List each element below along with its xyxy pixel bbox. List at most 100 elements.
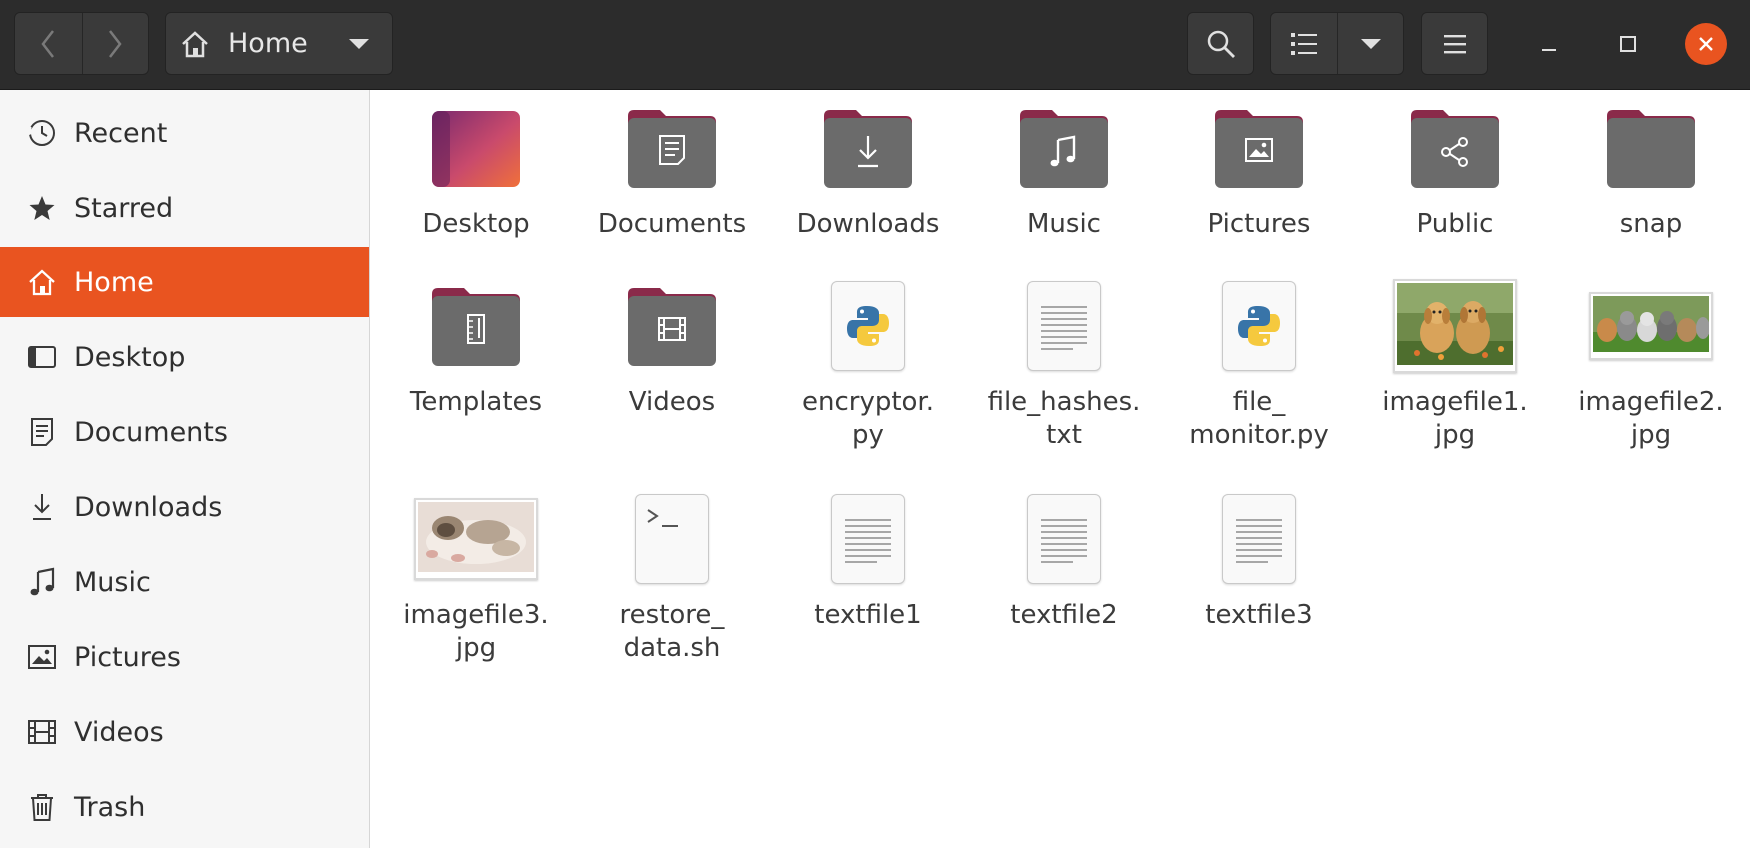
minimize-icon — [1542, 49, 1556, 51]
file-name: snap — [1619, 209, 1683, 239]
sidebar-item-label: Trash — [74, 791, 146, 823]
sidebar-item-label: Recent — [74, 117, 168, 149]
templates-folder-icon — [432, 288, 520, 366]
star-icon — [26, 192, 58, 224]
file-item-encryptor-py[interactable]: encryptor. py — [773, 274, 963, 452]
public-folder-icon — [1411, 110, 1499, 188]
file-item-textfile3[interactable]: textfile3 — [1164, 487, 1354, 632]
file-item-textfile1[interactable]: textfile1 — [773, 487, 963, 632]
image-thumbnail-icon — [414, 498, 538, 580]
file-name: Desktop — [422, 209, 530, 239]
sidebar-item-label: Home — [74, 266, 154, 298]
home-icon — [26, 266, 58, 298]
trash-icon — [26, 791, 58, 823]
close-icon — [1699, 37, 1713, 51]
sidebar-item-recent[interactable]: Recent — [0, 98, 369, 168]
chevron-left-icon — [41, 29, 55, 58]
file-name: file_ monitor.py — [1189, 387, 1329, 450]
hamburger-menu-icon — [1443, 34, 1466, 53]
file-item-downloads-folder[interactable]: Downloads — [773, 96, 963, 241]
list-view-button[interactable] — [1271, 13, 1337, 74]
sidebar-item-label: Pictures — [74, 641, 181, 673]
back-button[interactable] — [15, 13, 82, 74]
sidebar-item-videos[interactable]: Videos — [0, 697, 369, 767]
minimize-button[interactable] — [1528, 23, 1570, 65]
close-button[interactable] — [1685, 23, 1727, 65]
sidebar-item-label: Videos — [74, 716, 164, 748]
file-item-music-folder[interactable]: Music — [969, 96, 1159, 241]
list-view-icon — [1291, 32, 1317, 55]
forward-button[interactable] — [81, 13, 149, 74]
file-name: Public — [1416, 209, 1494, 239]
file-name: Downloads — [796, 209, 940, 239]
sidebar-item-label: Documents — [74, 416, 228, 448]
sidebar-item-documents[interactable]: Documents — [0, 397, 369, 467]
main-menu-button[interactable] — [1421, 12, 1488, 75]
file-item-pictures-folder[interactable]: Pictures — [1164, 96, 1354, 241]
file-name: Templates — [409, 387, 543, 417]
desktop-folder-icon — [432, 111, 520, 187]
shell-script-icon — [635, 494, 709, 584]
sidebar-item-label: Downloads — [74, 491, 223, 523]
chevron-down-icon — [1360, 38, 1381, 49]
home-icon — [182, 30, 208, 57]
python-file-icon — [831, 281, 905, 371]
file-name: encryptor. py — [801, 387, 935, 450]
file-name: Pictures — [1207, 209, 1311, 239]
file-item-restore-data-sh[interactable]: restore_ data.sh — [577, 487, 767, 665]
path-label: Home — [228, 28, 308, 59]
search-button[interactable] — [1187, 12, 1254, 75]
file-grid: Desktop Documents Downloads Music Pictur… — [371, 90, 1750, 848]
sidebar-item-label: Starred — [74, 192, 174, 224]
file-item-public-folder[interactable]: Public — [1360, 96, 1550, 241]
text-file-icon — [1027, 281, 1101, 371]
path-bar-home-button[interactable]: Home — [165, 12, 393, 75]
file-name: textfile3 — [1205, 600, 1313, 630]
file-name: file_hashes. txt — [987, 387, 1141, 450]
sidebar-item-label: Music — [74, 566, 151, 598]
clock-icon — [26, 117, 58, 149]
desktop-icon — [26, 341, 58, 373]
sidebar-item-desktop[interactable]: Desktop — [0, 322, 369, 392]
picture-icon — [26, 641, 58, 673]
search-icon — [1207, 30, 1235, 58]
text-file-icon — [1222, 494, 1296, 584]
maximize-button[interactable] — [1607, 23, 1649, 65]
sidebar-item-trash[interactable]: Trash — [0, 772, 369, 842]
downloads-folder-icon — [824, 110, 912, 188]
file-name: Documents — [597, 209, 747, 239]
view-options-button[interactable] — [1337, 13, 1403, 74]
file-item-imagefile1-jpg[interactable]: imagefile1. jpg — [1360, 274, 1550, 452]
download-icon — [26, 491, 58, 523]
sidebar-item-music[interactable]: Music — [0, 547, 369, 617]
file-item-imagefile3-jpg[interactable]: imagefile3. jpg — [381, 487, 571, 665]
maximize-icon — [1620, 36, 1636, 52]
file-item-textfile2[interactable]: textfile2 — [969, 487, 1159, 632]
chevron-down-icon[interactable] — [348, 37, 370, 51]
folder-icon — [1607, 110, 1695, 188]
sidebar-item-label: Desktop — [74, 341, 186, 373]
sidebar: Recent Starred Home Desktop Documents Do… — [0, 90, 370, 848]
file-item-documents-folder[interactable]: Documents — [577, 96, 767, 241]
file-item-file-hashes-txt[interactable]: file_hashes. txt — [969, 274, 1159, 452]
music-folder-icon — [1020, 110, 1108, 188]
sidebar-item-starred[interactable]: Starred — [0, 173, 369, 243]
sidebar-item-home[interactable]: Home — [0, 247, 369, 317]
file-item-templates-folder[interactable]: Templates — [381, 274, 571, 419]
file-item-snap-folder[interactable]: snap — [1556, 96, 1746, 241]
file-name: textfile1 — [814, 600, 922, 630]
file-item-file-monitor-py[interactable]: file_ monitor.py — [1164, 274, 1354, 452]
music-icon — [26, 566, 58, 598]
text-file-icon — [831, 494, 905, 584]
file-name: restore_ data.sh — [619, 600, 725, 663]
image-thumbnail-icon — [1393, 279, 1517, 373]
file-item-videos-folder[interactable]: Videos — [577, 274, 767, 419]
sidebar-item-downloads[interactable]: Downloads — [0, 472, 369, 542]
file-item-desktop-folder[interactable]: Desktop — [381, 96, 571, 241]
file-item-imagefile2-jpg[interactable]: imagefile2. jpg — [1556, 274, 1746, 452]
header-bar: Home — [0, 0, 1750, 90]
sidebar-item-pictures[interactable]: Pictures — [0, 622, 369, 692]
file-name: imagefile2. jpg — [1578, 387, 1724, 450]
film-icon — [26, 716, 58, 748]
documents-folder-icon — [628, 110, 716, 188]
